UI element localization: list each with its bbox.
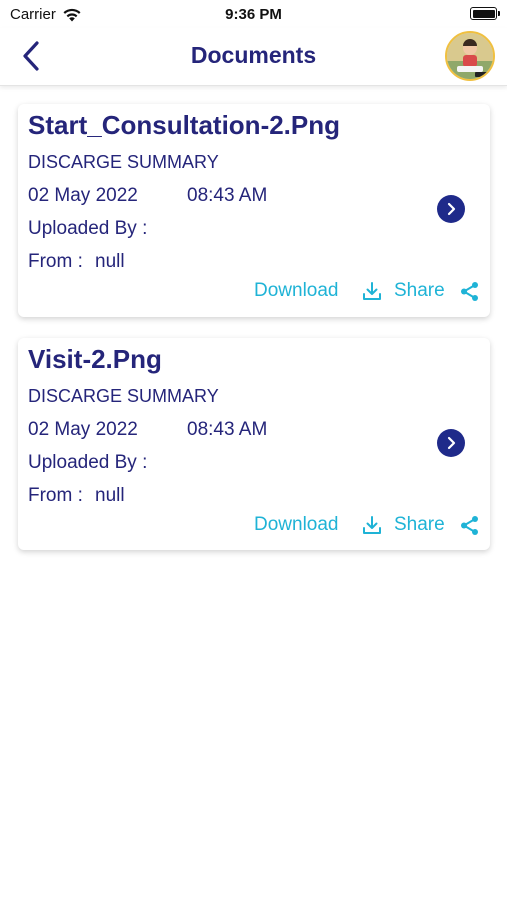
download-icon[interactable] bbox=[361, 514, 383, 536]
chevron-right-icon bbox=[447, 202, 456, 216]
document-type: DISCARGE SUMMARY bbox=[28, 386, 219, 406]
download-button[interactable]: Download bbox=[254, 514, 339, 536]
document-time: 08:43 AM bbox=[187, 419, 268, 440]
uploaded-by-label: Uploaded By : bbox=[28, 218, 148, 239]
from-label: From : bbox=[28, 485, 83, 506]
document-card[interactable]: Start_Consultation-2.Png DISCARGE SUMMAR… bbox=[18, 104, 490, 317]
document-name: Start_Consultation-2.Png bbox=[28, 110, 341, 140]
document-name: Visit-2.Png bbox=[28, 344, 162, 374]
view-details-button[interactable] bbox=[437, 429, 465, 457]
share-button[interactable]: Share bbox=[394, 514, 445, 536]
status-bar: Carrier 9:36 PM bbox=[0, 0, 507, 28]
download-button[interactable]: Download bbox=[254, 280, 339, 302]
document-date: 02 May 2022 bbox=[28, 419, 138, 440]
document-type: DISCARGE SUMMARY bbox=[28, 152, 219, 172]
share-button[interactable]: Share bbox=[394, 280, 445, 302]
download-icon[interactable] bbox=[361, 280, 383, 302]
chevron-right-icon bbox=[447, 436, 456, 450]
from-label: From : bbox=[28, 251, 83, 272]
avatar[interactable] bbox=[445, 31, 495, 81]
view-details-button[interactable] bbox=[437, 195, 465, 223]
share-icon[interactable] bbox=[459, 515, 480, 536]
nav-bar: Documents bbox=[0, 28, 507, 86]
document-date: 02 May 2022 bbox=[28, 185, 138, 206]
uploaded-by-label: Uploaded By : bbox=[28, 452, 148, 473]
from-value: null bbox=[95, 251, 125, 272]
status-time: 9:36 PM bbox=[225, 6, 282, 23]
from-value: null bbox=[95, 485, 125, 506]
share-icon[interactable] bbox=[459, 281, 480, 302]
page-title: Documents bbox=[190, 42, 317, 68]
battery-icon bbox=[470, 7, 500, 20]
document-time: 08:43 AM bbox=[187, 185, 268, 206]
document-card[interactable]: Visit-2.Png DISCARGE SUMMARY 02 May 2022… bbox=[18, 338, 490, 550]
